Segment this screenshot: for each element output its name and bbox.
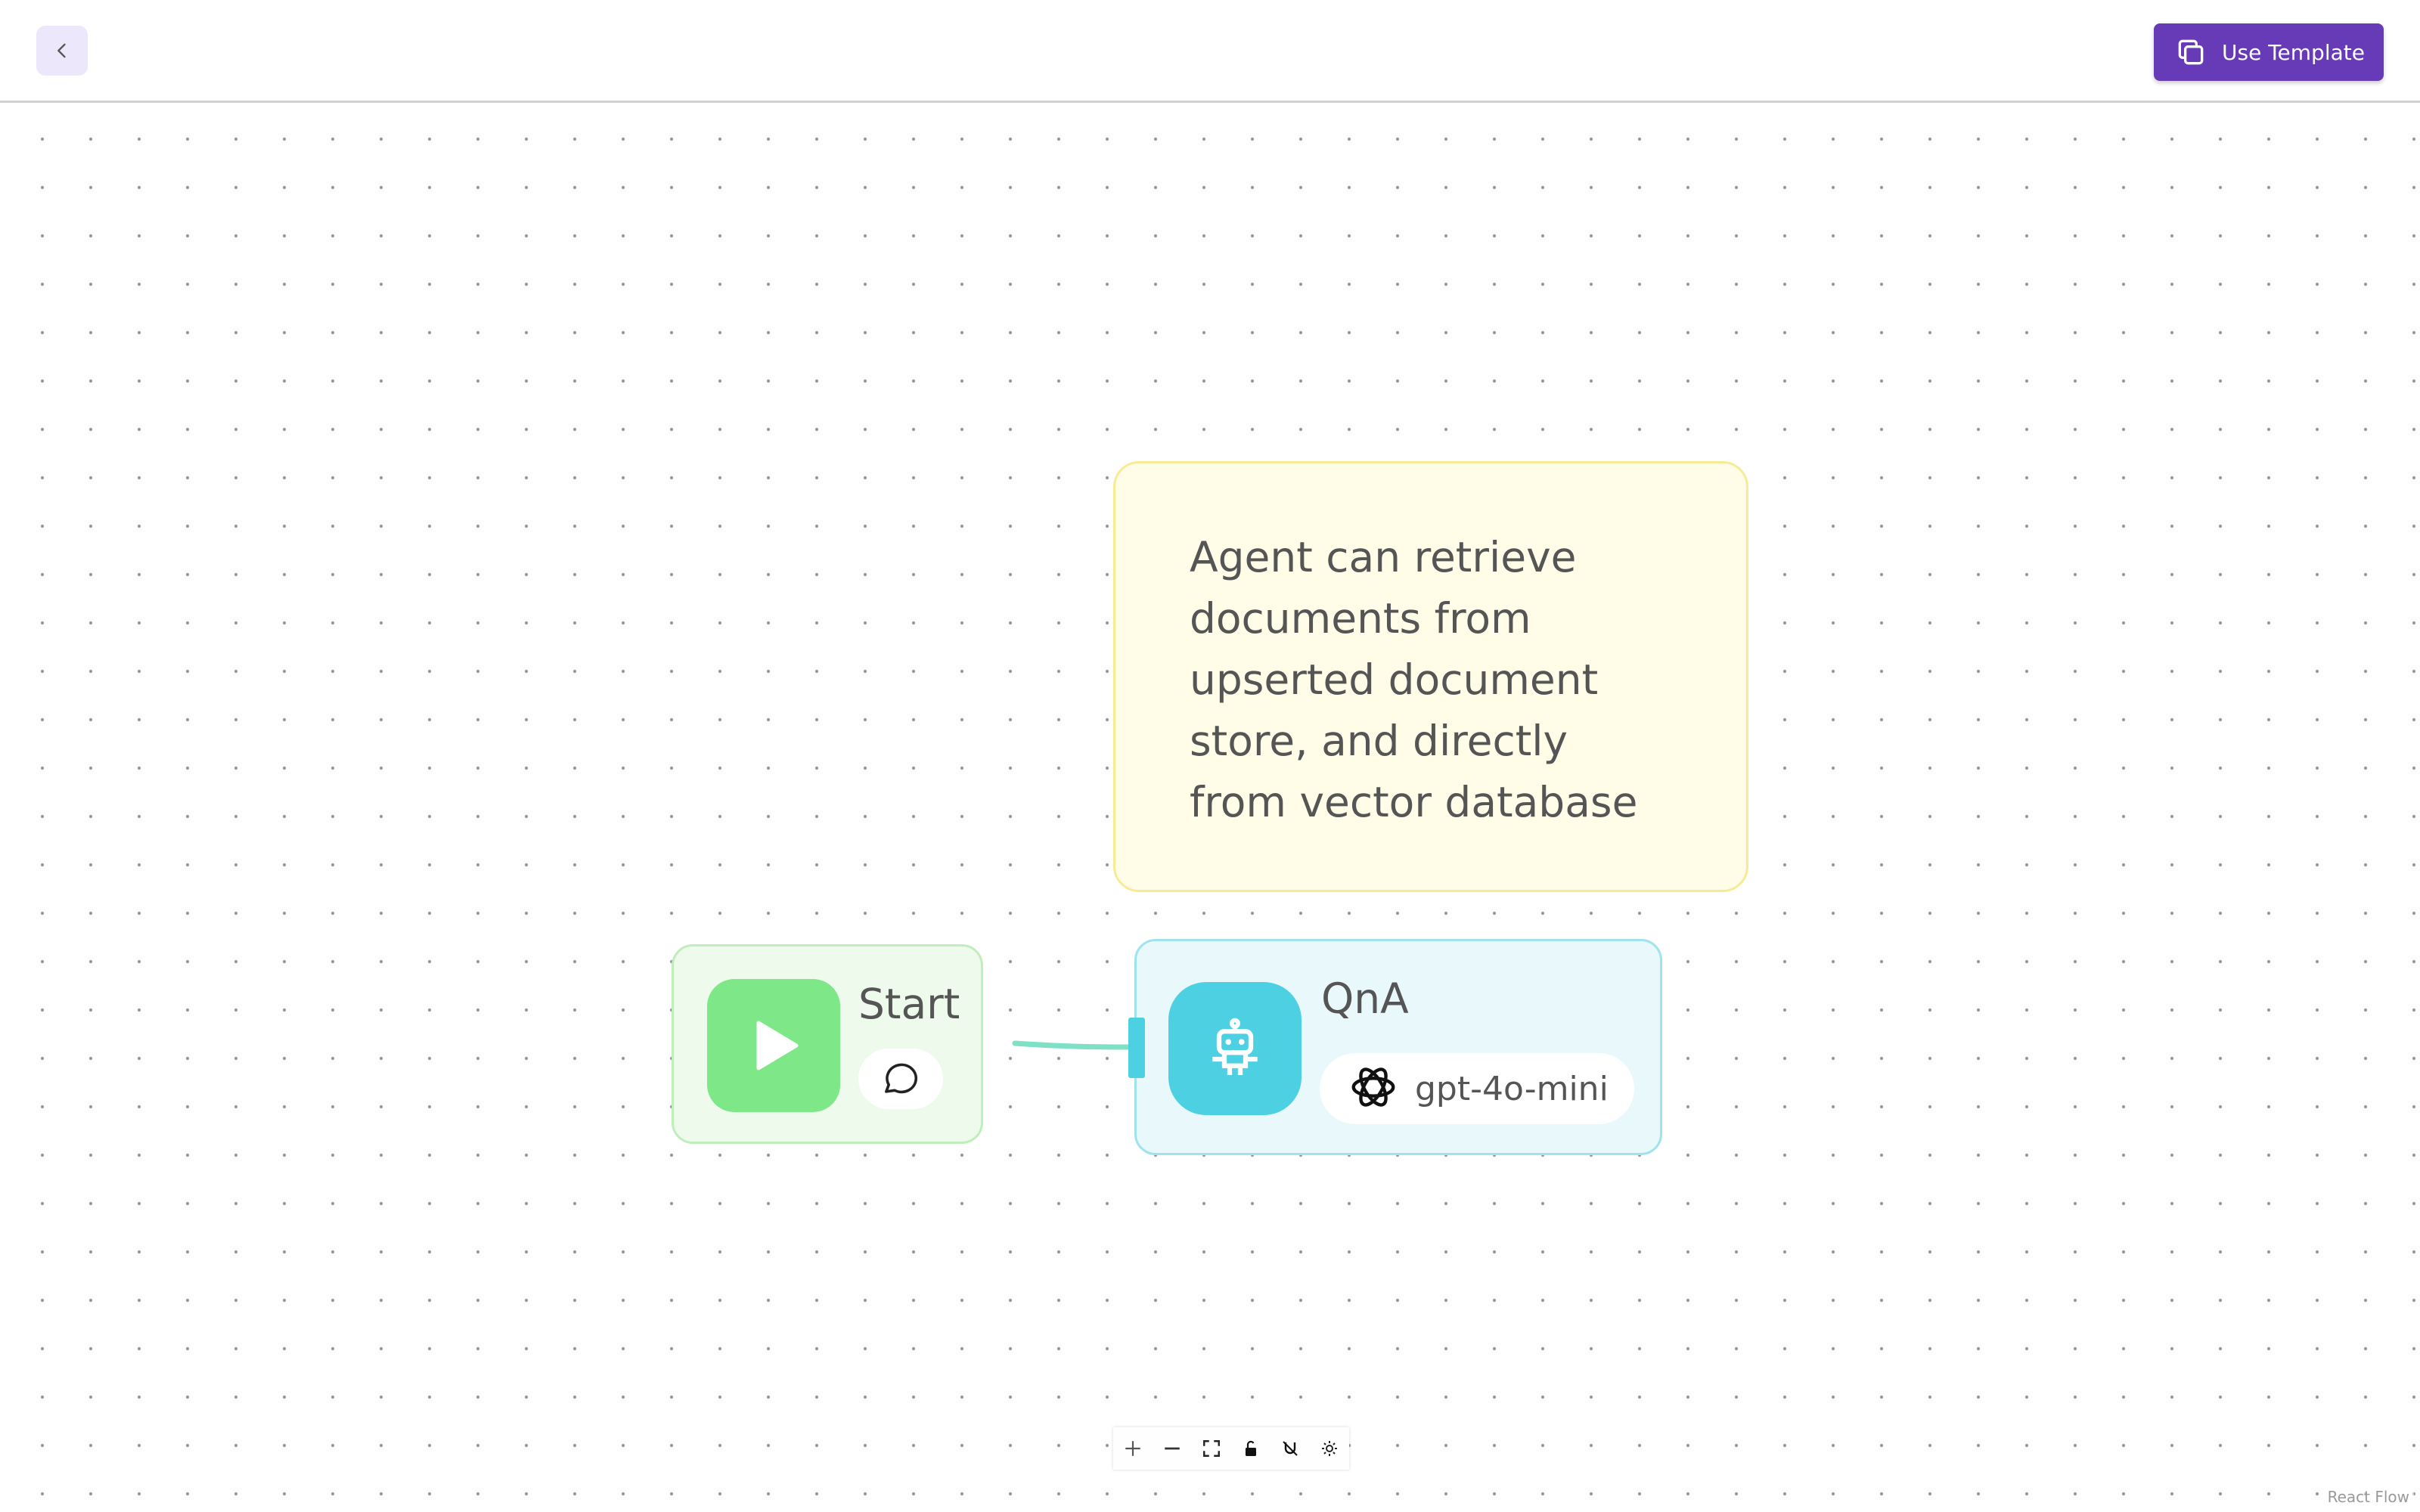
- fit-view-icon: [1203, 1440, 1220, 1457]
- snap-button[interactable]: [1270, 1427, 1310, 1470]
- openai-logo-icon: [1347, 1061, 1400, 1117]
- sticky-note-text: Agent can retrieve documents from upsert…: [1190, 533, 1638, 826]
- zoom-in-icon: [1125, 1441, 1140, 1456]
- play-icon: [707, 979, 840, 1112]
- flow-controls: [1113, 1427, 1349, 1470]
- header: Use Template: [0, 0, 2420, 103]
- model-chip: gpt-4o-mini: [1320, 1053, 1634, 1124]
- settings-icon: [1322, 1441, 1337, 1456]
- qna-agent-node[interactable]: QnA gpt-4o-mini: [1134, 939, 1662, 1155]
- snap-icon: [1283, 1441, 1298, 1456]
- qna-node-label: QnA: [1321, 974, 1409, 1023]
- settings-button[interactable]: [1310, 1427, 1349, 1470]
- chat-bubble-icon: [858, 1049, 943, 1109]
- back-button[interactable]: [36, 26, 88, 76]
- start-node[interactable]: Start: [672, 944, 983, 1144]
- qna-input-handle[interactable]: [1128, 1018, 1145, 1078]
- use-template-button[interactable]: Use Template: [2154, 23, 2384, 81]
- use-template-label: Use Template: [2222, 39, 2365, 65]
- zoom-out-button[interactable]: [1153, 1427, 1192, 1470]
- fit-view-button[interactable]: [1192, 1427, 1231, 1470]
- chevron-left-icon: [57, 43, 66, 58]
- model-chip-label: gpt-4o-mini: [1415, 1069, 1609, 1108]
- copy-icon: [2173, 35, 2208, 70]
- robot-icon: [1168, 982, 1302, 1115]
- zoom-in-button[interactable]: [1113, 1427, 1153, 1470]
- zoom-out-icon: [1165, 1447, 1180, 1450]
- start-node-label: Start: [858, 980, 960, 1028]
- lock-icon: [1246, 1440, 1256, 1456]
- react-flow-attribution[interactable]: React Flow: [2322, 1486, 2414, 1507]
- sticky-note[interactable]: Agent can retrieve documents from upsert…: [1113, 461, 1748, 892]
- lock-button[interactable]: [1231, 1427, 1270, 1470]
